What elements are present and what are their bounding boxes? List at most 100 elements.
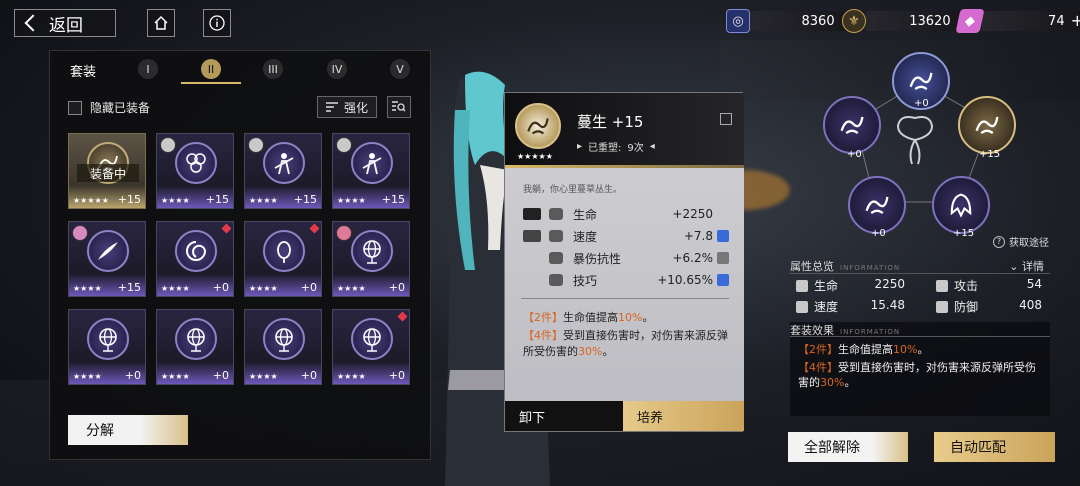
attribute-summary-title: 属性总览 INFORMATION bbox=[790, 260, 901, 273]
crystal-icon: ◆ bbox=[955, 9, 985, 33]
hide-equipped-label: 隐藏已装备 bbox=[90, 101, 151, 115]
speed-icon bbox=[796, 300, 808, 313]
boost-icon bbox=[717, 274, 729, 286]
new-flag-icon bbox=[397, 311, 408, 322]
card-stars: ★★★★ bbox=[73, 284, 102, 293]
attr-hp: 生命 bbox=[796, 277, 838, 294]
card-level: +0 bbox=[212, 281, 229, 294]
detail-footer: 卸下 培养 bbox=[505, 401, 744, 431]
equipment-card[interactable]: ★★★★ +0 bbox=[244, 221, 322, 297]
equipment-card[interactable]: ★★★★ +15 bbox=[156, 133, 234, 209]
slot-5-level: +15 bbox=[953, 228, 975, 239]
lock-icon[interactable] bbox=[720, 113, 732, 125]
card-stars: ★★★★ bbox=[337, 284, 366, 293]
currency-ticket: ◎ 8360+ bbox=[726, 9, 860, 33]
card-level: +15 bbox=[205, 193, 229, 206]
detail-stars: ★★★★★ bbox=[517, 152, 553, 161]
swirl-emblem-icon bbox=[175, 230, 217, 272]
tab-set-4[interactable]: IV bbox=[327, 59, 347, 79]
equipment-card[interactable]: ★★★★ +15 bbox=[244, 133, 322, 209]
set-slot-2[interactable] bbox=[823, 96, 881, 154]
info-icon bbox=[209, 15, 225, 31]
vine-emblem-icon bbox=[840, 116, 864, 135]
attr-speed: 速度 bbox=[796, 298, 838, 315]
equipment-card[interactable]: ★★★★ +0 bbox=[156, 309, 234, 385]
hexagon-emblem-icon bbox=[175, 142, 217, 184]
tab-set-3[interactable]: III bbox=[263, 59, 283, 79]
vine-emblem-icon bbox=[865, 196, 889, 215]
back-button[interactable]: 返回 bbox=[14, 9, 116, 37]
vine-emblem-icon bbox=[909, 72, 933, 91]
tab-set-5[interactable]: V bbox=[390, 59, 410, 79]
heart-icon bbox=[796, 279, 808, 292]
set-slot-4[interactable] bbox=[848, 176, 906, 234]
card-stars: ★★★★ bbox=[161, 284, 190, 293]
coin-amount: 13620 bbox=[909, 13, 951, 29]
decompose-button[interactable]: 分解 bbox=[68, 415, 188, 445]
equipment-card[interactable]: 装备中 ★★★★★ +15 bbox=[68, 133, 146, 209]
owner-avatar bbox=[336, 137, 352, 153]
vine-emblem-icon bbox=[515, 103, 561, 149]
tab-set-1[interactable]: I bbox=[138, 59, 158, 79]
card-stars: ★★★★ bbox=[161, 372, 190, 381]
auto-match-button[interactable]: 自动匹配 bbox=[934, 432, 1055, 462]
add-crystal-button[interactable]: + bbox=[1071, 13, 1080, 29]
equipment-card[interactable]: ★★★★ +15 bbox=[68, 221, 146, 297]
cultivate-button[interactable]: 培养 bbox=[623, 401, 744, 431]
card-level: +0 bbox=[388, 281, 405, 294]
enhance-label: 强化 bbox=[343, 100, 368, 115]
crit-resist-icon bbox=[549, 252, 563, 264]
hide-equipped-checkbox[interactable] bbox=[68, 100, 82, 115]
stat-row-speed: 速度 +7.8 bbox=[523, 226, 729, 246]
vine-emblem-icon bbox=[975, 116, 999, 135]
detail-body: 我躺，你心里蔓草丛生。 生命 +2250 速度 +7.8 暴伤抗性 +6.2% … bbox=[505, 168, 744, 403]
card-level: +15 bbox=[381, 193, 405, 206]
ticket-icon: ◎ bbox=[726, 9, 750, 33]
details-dropdown[interactable]: ⌄ 详情 bbox=[1009, 258, 1044, 274]
globe-emblem-icon bbox=[351, 230, 393, 272]
heart-icon bbox=[549, 208, 563, 220]
equipment-name: 蔓生 +15 bbox=[577, 113, 644, 131]
equipment-card[interactable]: ★★★★ +0 bbox=[244, 309, 322, 385]
tab-set-2[interactable]: II bbox=[201, 59, 221, 79]
enhance-sort-button[interactable]: 强化 bbox=[317, 96, 377, 118]
hide-equipped-toggle[interactable]: 隐藏已装备 bbox=[68, 99, 150, 116]
filter-button[interactable] bbox=[387, 96, 411, 118]
equipment-card[interactable]: ★★★★ +0 bbox=[68, 309, 146, 385]
card-stars: ★★★★★ bbox=[73, 196, 109, 205]
set-slot-5[interactable] bbox=[932, 176, 990, 234]
set-effect-2: 【2件】生命值提高10%。 bbox=[798, 343, 929, 356]
set-slot-3[interactable] bbox=[958, 96, 1016, 154]
stat-row-crit-resist: 暴伤抗性 +6.2% bbox=[523, 248, 729, 268]
slot-1-level: +0 bbox=[914, 98, 929, 109]
skill-icon bbox=[549, 274, 563, 286]
divider bbox=[521, 298, 729, 299]
equipment-card[interactable]: ★★★★ +15 bbox=[332, 133, 410, 209]
set-slot-graph: +0 +0 +15 +0 +15 bbox=[815, 52, 1030, 252]
equipment-card[interactable]: ★★★★ +0 bbox=[156, 221, 234, 297]
new-flag-icon bbox=[221, 223, 232, 234]
card-stars: ★★★★ bbox=[249, 196, 278, 205]
equipment-card[interactable]: ★★★★ +0 bbox=[332, 309, 410, 385]
helmet-emblem-icon bbox=[950, 193, 972, 218]
unequip-button[interactable]: 卸下 bbox=[505, 401, 623, 431]
figure-emblem-icon bbox=[263, 142, 305, 184]
owner-avatar bbox=[160, 137, 176, 153]
figure-emblem-icon bbox=[351, 142, 393, 184]
acquire-route-link[interactable]: ? 获取途径 bbox=[993, 234, 1049, 249]
active-tab-indicator bbox=[181, 82, 241, 84]
attr-speed-value: 15.48 bbox=[870, 298, 905, 312]
back-arrow-icon bbox=[24, 14, 42, 32]
attr-attack: 攻击 bbox=[936, 277, 978, 294]
info-button[interactable] bbox=[203, 9, 231, 37]
home-button[interactable] bbox=[147, 9, 175, 37]
owner-avatar bbox=[336, 225, 352, 241]
unequip-all-button[interactable]: 全部解除 bbox=[788, 432, 908, 462]
inventory-title: 套装 bbox=[70, 65, 97, 80]
globe-emblem-icon bbox=[87, 318, 129, 360]
equipment-detail-panel: ★★★★★ 蔓生 +15 ▸ 已重塑: 9次 ◂ 我躺，你心里蔓草丛生。 生命 +22… bbox=[504, 92, 744, 432]
equipment-card[interactable]: ★★★★ +0 bbox=[332, 221, 410, 297]
back-label: 返回 bbox=[49, 15, 83, 36]
reforge-info: ▸ 已重塑: 9次 ◂ bbox=[577, 141, 655, 154]
detail-header: ★★★★★ 蔓生 +15 ▸ 已重塑: 9次 ◂ bbox=[505, 93, 744, 168]
